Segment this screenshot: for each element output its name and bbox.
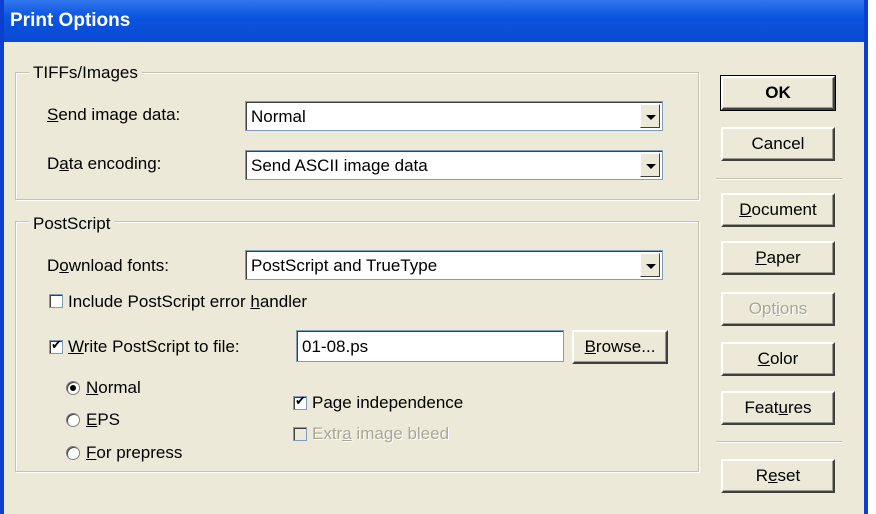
ok-button[interactable]: OK bbox=[720, 75, 836, 111]
reset-button[interactable]: Reset bbox=[721, 459, 835, 493]
send-image-data-select[interactable]: Normal bbox=[245, 101, 663, 131]
cancel-button[interactable]: Cancel bbox=[721, 127, 835, 161]
chevron-down-icon[interactable] bbox=[640, 253, 660, 277]
title-bar[interactable]: Print Options bbox=[4, 0, 864, 42]
data-encoding-value: Send ASCII image data bbox=[251, 156, 428, 175]
include-error-handler-label[interactable]: Include PostScript error handler bbox=[68, 292, 307, 312]
options-button: Options bbox=[721, 292, 835, 326]
write-to-file-checkbox[interactable] bbox=[49, 337, 63, 354]
chevron-down-icon[interactable] bbox=[640, 153, 660, 177]
output-filename-input[interactable]: 01-08.ps bbox=[296, 330, 564, 362]
include-error-handler-checkbox[interactable] bbox=[49, 294, 63, 308]
write-to-file-label[interactable]: Write PostScript to file: bbox=[68, 337, 240, 357]
browse-button[interactable]: Browse... bbox=[572, 330, 668, 364]
page-independence-checkbox[interactable] bbox=[293, 393, 307, 410]
tiffs-images-legend: TIFFs/Images bbox=[29, 63, 142, 83]
radio-normal[interactable] bbox=[66, 381, 80, 395]
button-separator bbox=[716, 441, 842, 443]
radio-for-prepress-label[interactable]: For prepress bbox=[86, 443, 182, 463]
postscript-legend: PostScript bbox=[29, 214, 115, 234]
extra-image-bleed-checkbox bbox=[293, 427, 307, 441]
send-image-data-value: Normal bbox=[251, 107, 306, 126]
data-encoding-select[interactable]: Send ASCII image data bbox=[245, 150, 663, 180]
radio-normal-label[interactable]: Normal bbox=[86, 378, 141, 398]
download-fonts-select[interactable]: PostScript and TrueType bbox=[245, 250, 663, 280]
data-encoding-label: Data encoding: bbox=[47, 154, 162, 173]
extra-image-bleed-label: Extra image bleed bbox=[312, 424, 450, 443]
paper-button[interactable]: Paper bbox=[721, 241, 835, 275]
download-fonts-value: PostScript and TrueType bbox=[251, 256, 438, 275]
dialog-title: Print Options bbox=[10, 10, 131, 31]
radio-eps[interactable] bbox=[66, 413, 80, 427]
color-button[interactable]: Color bbox=[721, 342, 835, 376]
print-options-dialog: Print Options TIFFs/Images Send image da… bbox=[0, 0, 868, 514]
features-button[interactable]: Features bbox=[721, 391, 835, 425]
document-button[interactable]: Document bbox=[721, 193, 835, 227]
chevron-down-icon[interactable] bbox=[640, 104, 660, 128]
download-fonts-label: Download fonts: bbox=[47, 256, 169, 275]
output-filename-value: 01-08.ps bbox=[302, 337, 369, 356]
tiffs-images-group bbox=[15, 72, 699, 200]
radio-eps-label[interactable]: EPS bbox=[86, 410, 120, 430]
button-separator bbox=[716, 178, 842, 180]
radio-for-prepress[interactable] bbox=[66, 446, 80, 460]
send-image-data-label: Send image data: bbox=[47, 105, 181, 124]
page-independence-label[interactable]: Page independence bbox=[312, 393, 463, 413]
